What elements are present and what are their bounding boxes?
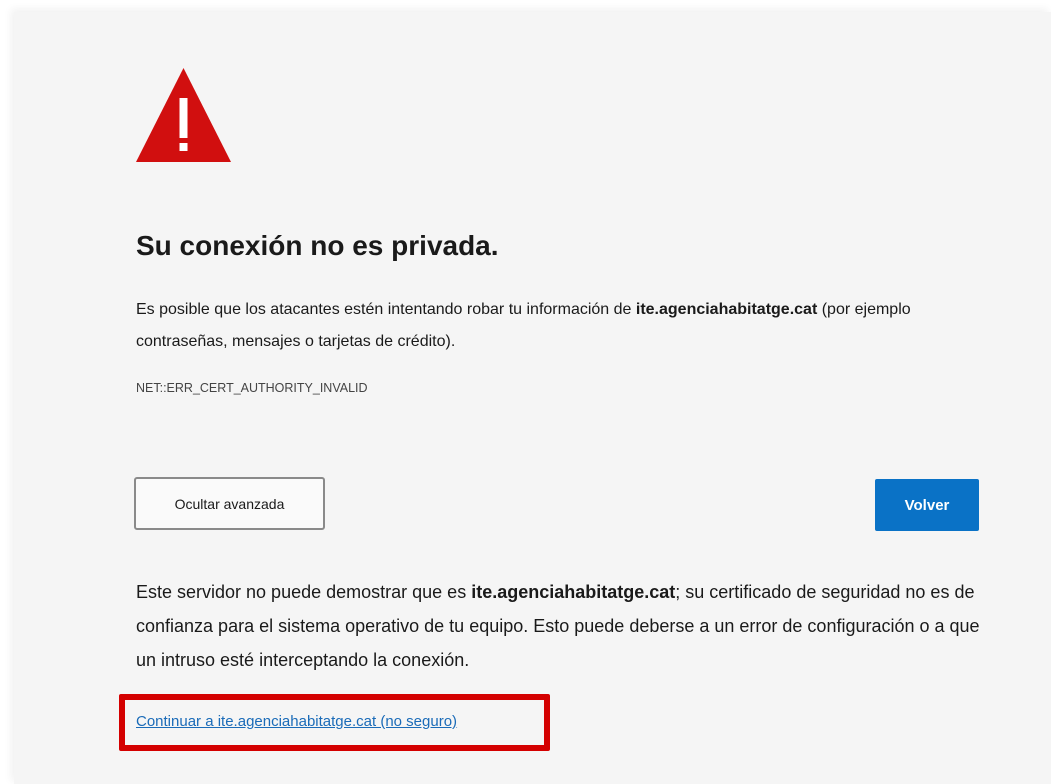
back-button[interactable]: Volver	[875, 479, 979, 531]
details-host: ite.agenciahabitatge.cat	[471, 582, 676, 602]
intro-text-before: Es posible que los atacantes estén inten…	[136, 301, 636, 318]
intro-text: Es posible que los atacantes estén inten…	[136, 294, 996, 358]
page-title: Su conexión no es privada.	[136, 230, 499, 261]
intro-host: ite.agenciahabitatge.cat	[635, 301, 818, 318]
warning-triangle-icon	[136, 68, 231, 162]
proceed-unsafe-link[interactable]: Continuar a ite.agenciahabitatge.cat (no…	[136, 713, 457, 730]
details-text-before: Este servidor no puede demostrar que es	[136, 582, 472, 602]
error-code: NET::ERR_CERT_AUTHORITY_INVALID	[136, 381, 368, 395]
advanced-details-text: Este servidor no puede demostrar que es …	[136, 575, 986, 677]
hide-advanced-button[interactable]: Ocultar avanzada	[134, 477, 325, 530]
